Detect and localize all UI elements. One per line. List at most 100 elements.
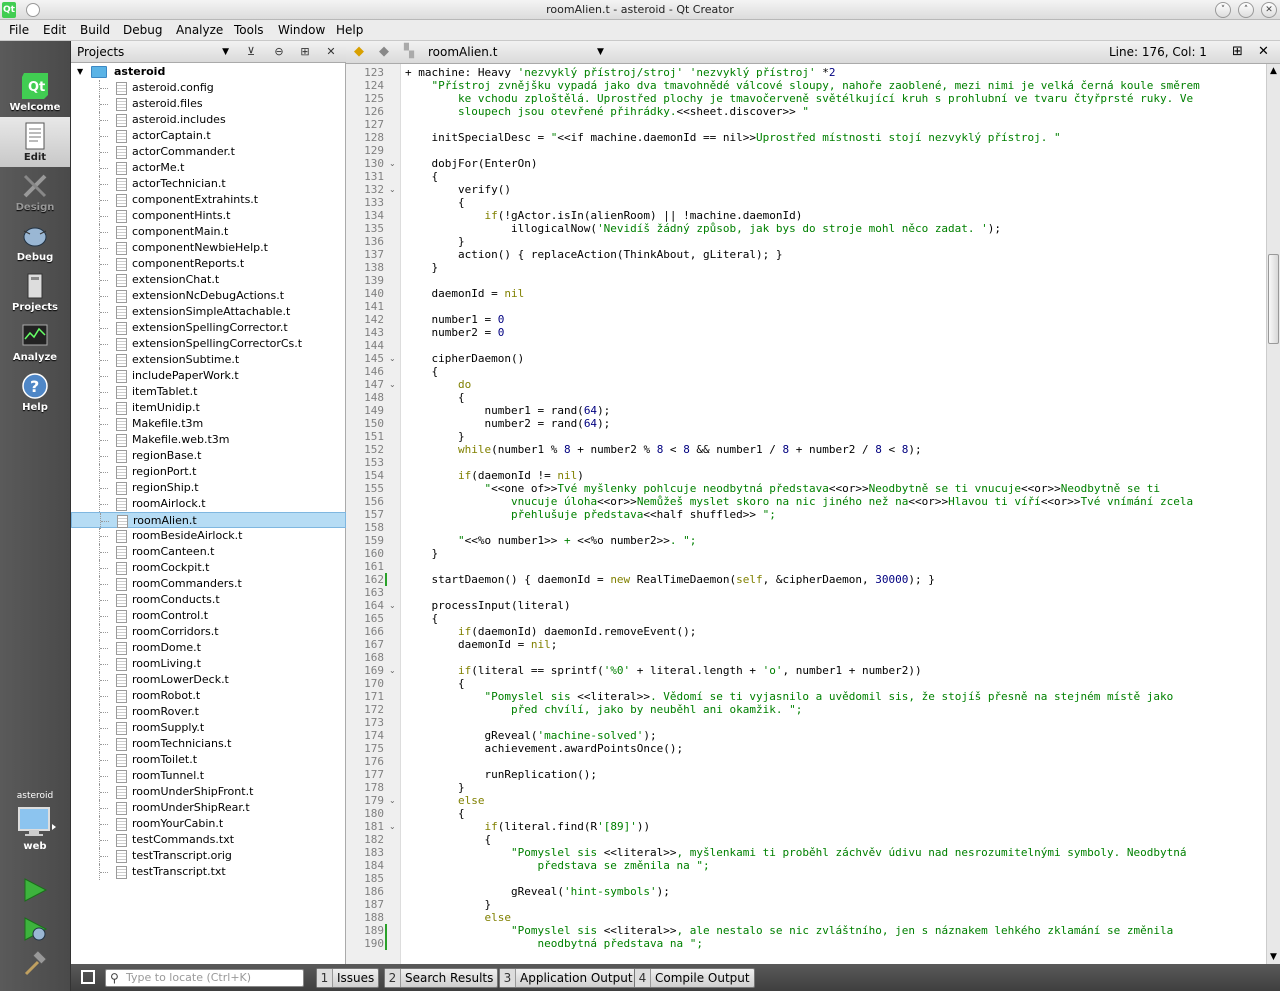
tree-file-item[interactable]: componentReports.t — [71, 256, 346, 272]
code-line[interactable]: } — [405, 261, 1265, 274]
fold-chevron-icon[interactable]: ⌄ — [389, 183, 396, 196]
menu-edit[interactable]: Edit — [43, 23, 66, 37]
tree-file-item[interactable]: roomCanteen.t — [71, 544, 346, 560]
tree-file-item[interactable]: roomRover.t — [71, 704, 346, 720]
menu-debug[interactable]: Debug — [123, 23, 162, 37]
tree-root-item[interactable]: ▼ asteroid — [71, 64, 346, 80]
tree-file-item[interactable]: actorCaptain.t — [71, 128, 346, 144]
code-line[interactable]: + machine: Heavy 'nezvyklý přístroj/stro… — [405, 66, 1265, 79]
mode-edit[interactable]: Edit — [0, 117, 70, 167]
code-line[interactable]: { — [405, 196, 1265, 209]
code-line[interactable]: "<<%o number1>> + <<%o number2>>. "; — [405, 534, 1265, 547]
code-line[interactable]: else — [405, 794, 1265, 807]
code-line[interactable]: if(!gActor.isIn(alienRoom) || !machine.d… — [405, 209, 1265, 222]
toggle-sidebar-icon[interactable] — [81, 970, 95, 984]
code-line[interactable] — [405, 586, 1265, 599]
project-tree[interactable]: ▼ asteroid asteroid.config asteroid.files… — [71, 64, 346, 964]
code-line[interactable] — [405, 339, 1265, 352]
code-line[interactable]: { — [405, 807, 1265, 820]
tree-file-item[interactable]: testCommands.txt — [71, 832, 346, 848]
code-line[interactable]: processInput(literal) — [405, 599, 1265, 612]
maximize-button[interactable]: ˄ — [1238, 2, 1254, 18]
code-line[interactable]: vnucuje úloha<<or>>Nemůžeš myslet skoro … — [405, 495, 1265, 508]
pane-button-issues[interactable]: 1 Issues — [316, 968, 380, 988]
tree-file-item[interactable]: roomAlien.t — [71, 512, 346, 529]
tree-file-item[interactable]: componentExtrahints.t — [71, 192, 346, 208]
close-icon[interactable]: ✕ — [323, 44, 339, 60]
mode-debug[interactable]: Debug — [0, 217, 70, 267]
mode-help[interactable]: ? Help — [0, 367, 70, 417]
tree-file-item[interactable]: componentMain.t — [71, 224, 346, 240]
menu-tools[interactable]: Tools — [234, 23, 264, 37]
menu-analyze[interactable]: Analyze — [176, 23, 223, 37]
chevron-down-icon[interactable]: ▼ — [597, 47, 604, 57]
code-line[interactable]: neodbytná představa na "; — [405, 937, 1265, 950]
tree-file-item[interactable]: roomControl.t — [71, 608, 346, 624]
menu-help[interactable]: Help — [336, 23, 363, 37]
tree-file-item[interactable]: asteroid.includes — [71, 112, 346, 128]
code-line[interactable]: { — [405, 391, 1265, 404]
tree-file-item[interactable]: roomTunnel.t — [71, 768, 346, 784]
fold-chevron-icon[interactable]: ⌄ — [389, 157, 396, 170]
code-line[interactable] — [405, 521, 1265, 534]
split-icon[interactable]: ⊞ — [297, 44, 313, 60]
fold-chevron-icon[interactable]: ⌄ — [389, 599, 396, 612]
tree-file-item[interactable]: componentNewbieHelp.t — [71, 240, 346, 256]
code-line[interactable]: while(number1 % 8 + number2 % 8 < 8 && n… — [405, 443, 1265, 456]
code-line[interactable]: if(daemonId) daemonId.removeEvent(); — [405, 625, 1265, 638]
code-line[interactable]: if(literal.find(R'[89]')) — [405, 820, 1265, 833]
code-line[interactable] — [405, 560, 1265, 573]
menu-build[interactable]: Build — [80, 23, 110, 37]
code-line[interactable]: sloupech jsou otevřené přihrádky.<<sheet… — [405, 105, 1265, 118]
tree-file-item[interactable]: itemTablet.t — [71, 384, 346, 400]
code-line[interactable]: { — [405, 365, 1265, 378]
fold-chevron-icon[interactable]: ⌄ — [389, 352, 396, 365]
tree-file-item[interactable]: asteroid.config — [71, 80, 346, 96]
tree-file-item[interactable]: roomCockpit.t — [71, 560, 346, 576]
tree-file-item[interactable]: roomUnderShipRear.t — [71, 800, 346, 816]
code-line[interactable]: "Přístroj zvnějšku vypadá jako dva tmavo… — [405, 79, 1265, 92]
pane-button-compile-output[interactable]: 4 Compile Output — [634, 968, 755, 988]
close-button[interactable]: ✕ — [1261, 2, 1277, 18]
tree-file-item[interactable]: extensionSubtime.t — [71, 352, 346, 368]
code-line[interactable]: else — [405, 911, 1265, 924]
tree-file-item[interactable]: roomToilet.t — [71, 752, 346, 768]
code-line[interactable]: verify() — [405, 183, 1265, 196]
forward-arrow-icon[interactable]: ◆ — [379, 44, 389, 59]
code-line[interactable]: "Pomyslel sis <<literal>>, myšlenkami ti… — [405, 846, 1265, 859]
tree-file-item[interactable]: itemUnidip.t — [71, 400, 346, 416]
locator-input[interactable]: ⚲ Type to locate (Ctrl+K) — [105, 969, 304, 987]
code-line[interactable]: if(literal == sprintf('%0' + literal.len… — [405, 664, 1265, 677]
tree-file-item[interactable]: Makefile.web.t3m — [71, 432, 346, 448]
tree-file-item[interactable]: roomYourCabin.t — [71, 816, 346, 832]
fold-chevron-icon[interactable]: ⌄ — [389, 378, 396, 391]
filter-icon[interactable]: ⊻ — [243, 44, 259, 60]
monitor-kit-icon[interactable] — [17, 806, 57, 838]
code-line[interactable] — [405, 456, 1265, 469]
mode-projects[interactable]: Projects — [0, 267, 70, 317]
tree-file-item[interactable]: roomLowerDeck.t — [71, 672, 346, 688]
fold-chevron-icon[interactable]: ⌄ — [389, 664, 396, 677]
fold-chevron-icon[interactable]: ⌄ — [389, 794, 396, 807]
fold-chevron-icon[interactable]: ⌄ — [389, 820, 396, 833]
back-arrow-icon[interactable]: ◆ — [354, 44, 364, 59]
code-line[interactable]: { — [405, 677, 1265, 690]
code-line[interactable]: cipherDaemon() — [405, 352, 1265, 365]
tree-file-item[interactable]: extensionSpellingCorrector.t — [71, 320, 346, 336]
tree-file-item[interactable]: roomCorridors.t — [71, 624, 346, 640]
code-line[interactable]: gReveal('machine-solved'); — [405, 729, 1265, 742]
code-line[interactable]: "Pomyslel sis <<literal>>. Vědomí se ti … — [405, 690, 1265, 703]
code-line[interactable]: number2 = rand(64); — [405, 417, 1265, 430]
tree-file-item[interactable]: asteroid.files — [71, 96, 346, 112]
tree-file-item[interactable]: componentHints.t — [71, 208, 346, 224]
code-line[interactable]: number2 = 0 — [405, 326, 1265, 339]
code-line[interactable]: do — [405, 378, 1265, 391]
code-line[interactable] — [405, 274, 1265, 287]
split-icon[interactable]: ⊞ — [1232, 44, 1243, 59]
tree-file-item[interactable]: testTranscript.orig — [71, 848, 346, 864]
code-line[interactable] — [405, 118, 1265, 131]
code-line[interactable]: if(daemonId != nil) — [405, 469, 1265, 482]
scroll-up-icon[interactable]: ▲ — [1267, 66, 1280, 76]
code-line[interactable]: } — [405, 898, 1265, 911]
code-line[interactable]: daemonId = nil — [405, 287, 1265, 300]
